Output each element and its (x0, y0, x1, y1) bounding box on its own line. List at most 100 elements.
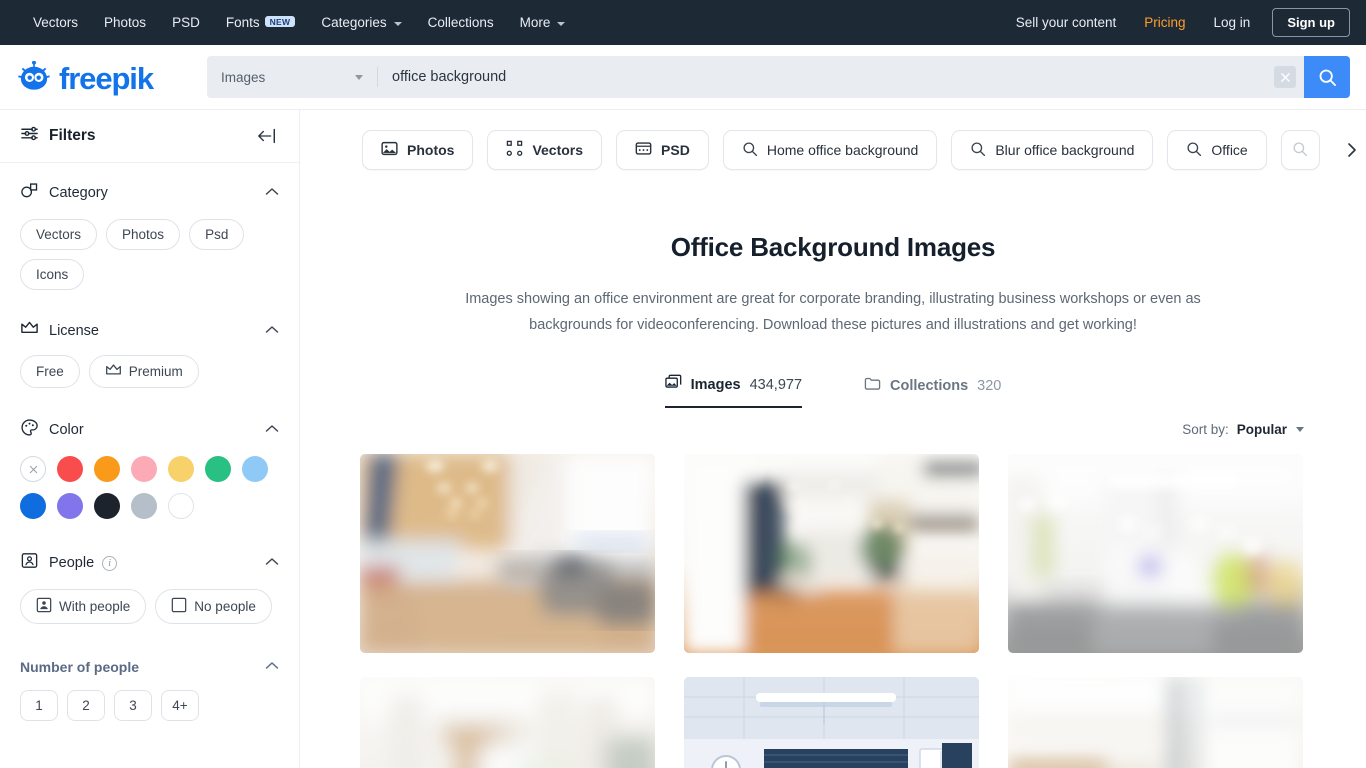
tab-collections[interactable]: Collections 320 (864, 374, 1001, 408)
chip-vectors[interactable]: Vectors (20, 219, 98, 250)
vector-nodes-icon (506, 140, 523, 160)
search-type-value: Images (221, 69, 266, 85)
sell-your-content-link[interactable]: Sell your content (1002, 0, 1131, 45)
suggestion-chip-psd[interactable]: PSD (616, 130, 709, 170)
result-card[interactable] (684, 454, 979, 654)
next-suggestions-button[interactable] (1338, 136, 1366, 164)
filter-label: Number of people (20, 659, 140, 675)
caret-down-icon[interactable] (1296, 427, 1304, 433)
search-icon (970, 141, 986, 160)
search-icon (742, 141, 758, 160)
result-card[interactable] (360, 454, 655, 654)
suggestion-chip-blur-office-background[interactable]: Blur office background (951, 130, 1154, 170)
filter-header-number-of-people[interactable]: Number of people (20, 658, 279, 676)
chip-no-people[interactable]: No people (155, 589, 272, 624)
chip-with-people[interactable]: With people (20, 589, 147, 624)
swatch-purple[interactable] (57, 493, 83, 519)
nav-label: Sell your content (1015, 15, 1117, 30)
result-card[interactable] (684, 677, 979, 768)
chevron-up-icon (265, 554, 279, 572)
suggestion-chip-photos[interactable]: Photos (362, 130, 474, 170)
clear-search-button[interactable] (1274, 66, 1296, 88)
chip-free[interactable]: Free (20, 355, 80, 388)
login-link[interactable]: Log in (1200, 0, 1265, 45)
filter-header-color[interactable]: Color (20, 418, 279, 442)
suggestion-chip-home-office-background[interactable]: Home office background (722, 130, 938, 170)
swatch-none[interactable] (20, 456, 46, 482)
search-input[interactable] (392, 69, 1274, 85)
pricing-link[interactable]: Pricing (1130, 0, 1199, 45)
nav-item-categories[interactable]: Categories (308, 0, 414, 45)
nav-item-fonts[interactable]: Fonts NEW (213, 0, 309, 45)
chevron-up-icon (265, 184, 279, 202)
search-submit-button[interactable] (1304, 56, 1350, 98)
swatch-blue[interactable] (20, 493, 46, 519)
top-nav-left-links: Vectors Photos PSD Fonts NEW Categories … (20, 0, 578, 45)
suggestion-chip-vectors[interactable]: Vectors (487, 130, 603, 170)
chip-people-1[interactable]: 1 (20, 690, 58, 721)
chip-people-3[interactable]: 3 (114, 690, 152, 721)
swatch-orange[interactable] (94, 456, 120, 482)
filter-header-category[interactable]: Category (20, 181, 279, 205)
chip-label: Free (36, 364, 64, 379)
crown-icon (20, 320, 39, 341)
search-bar-row: freepik Images (0, 45, 1366, 110)
nav-item-photos[interactable]: Photos (91, 0, 159, 45)
swatch-red[interactable] (57, 456, 83, 482)
chip-photos[interactable]: Photos (106, 219, 181, 250)
result-card[interactable] (1008, 454, 1303, 654)
nav-label: PSD (172, 15, 200, 30)
chevron-down-icon (355, 74, 363, 80)
swatch-white[interactable] (168, 493, 194, 519)
nav-label: More (519, 15, 551, 30)
result-thumbnail (1008, 454, 1303, 654)
chip-people-2[interactable]: 2 (67, 690, 105, 721)
chip-label: PSD (661, 142, 690, 158)
nav-item-more[interactable]: More (507, 0, 579, 45)
filter-header-license[interactable]: License (20, 320, 279, 341)
swatch-light-blue[interactable] (242, 456, 268, 482)
nav-item-vectors[interactable]: Vectors (20, 0, 91, 45)
chip-people-4plus[interactable]: 4+ (161, 690, 199, 721)
swatch-gray[interactable] (131, 493, 157, 519)
swatch-pink[interactable] (131, 456, 157, 482)
category-chip-group: Vectors Photos Psd Icons (20, 219, 279, 290)
filters-title: Filters (49, 127, 96, 144)
nav-item-psd[interactable]: PSD (159, 0, 213, 45)
suggestion-chip-partial[interactable] (1280, 130, 1320, 170)
nav-item-collections[interactable]: Collections (415, 0, 507, 45)
search-box: Images (207, 56, 1350, 98)
collapse-left-icon[interactable] (257, 127, 277, 145)
tab-images[interactable]: Images 434,977 (664, 374, 803, 409)
freepik-logo[interactable]: freepik (16, 60, 191, 96)
chip-icons[interactable]: Icons (20, 259, 85, 290)
chip-psd[interactable]: Psd (189, 219, 245, 250)
result-card[interactable] (1008, 677, 1303, 768)
nav-label: Vectors (33, 15, 79, 30)
empty-square-icon (171, 597, 187, 616)
sort-value[interactable]: Popular (1237, 422, 1287, 437)
number-of-people-chip-group: 1 2 3 4+ (20, 690, 279, 721)
swatch-black[interactable] (94, 493, 120, 519)
brand-name: freepik (59, 60, 154, 96)
suggestion-chip-office[interactable]: Office (1167, 130, 1267, 170)
nav-label: Collections (427, 15, 494, 30)
swatch-yellow[interactable] (168, 456, 194, 482)
nav-label: Log in (1213, 15, 1251, 30)
filters-header: Filters (0, 110, 299, 163)
swatch-green[interactable] (205, 456, 231, 482)
filter-header-people[interactable]: People i (20, 551, 279, 575)
result-card[interactable] (360, 677, 655, 768)
top-nav-right-links: Sell your content Pricing Log in Sign up (1002, 0, 1350, 45)
signup-button[interactable]: Sign up (1272, 8, 1350, 37)
search-icon (1292, 141, 1308, 160)
chip-premium[interactable]: Premium (88, 355, 199, 388)
images-icon (664, 374, 682, 395)
tab-count: 320 (977, 377, 1002, 394)
chip-label: No people (194, 599, 256, 614)
search-type-dropdown[interactable]: Images (207, 56, 377, 98)
nav-label: Photos (104, 15, 147, 30)
chip-label: Blur office background (995, 142, 1135, 158)
info-icon[interactable]: i (102, 555, 118, 571)
nav-label: Fonts (225, 15, 260, 30)
